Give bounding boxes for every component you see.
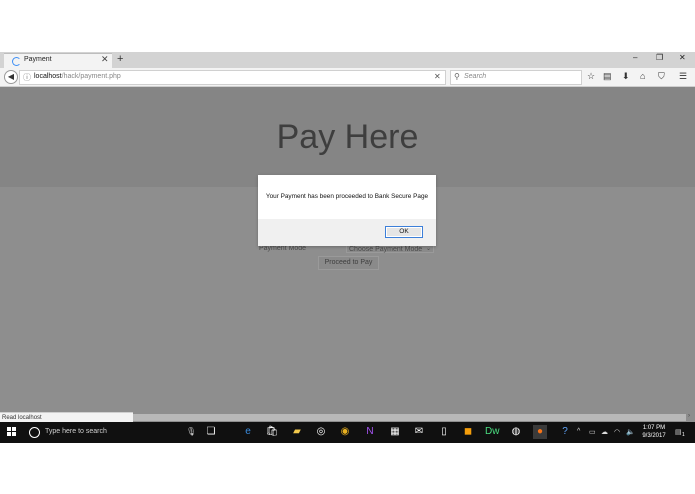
proceed-to-pay-button[interactable]: Proceed to Pay xyxy=(318,256,379,270)
app-icon[interactable]: ◍ xyxy=(509,425,523,439)
onenote-icon[interactable]: N xyxy=(363,425,377,439)
page-title: Pay Here xyxy=(276,118,419,156)
chevron-up-icon[interactable]: ^ xyxy=(577,428,580,435)
search-placeholder: Search xyxy=(464,73,487,80)
clock-date: 9/3/2017 xyxy=(642,433,666,439)
status-text: Read localhost xyxy=(0,412,133,422)
home-icon[interactable]: ⌂ xyxy=(640,71,645,81)
app-icon[interactable]: ◎ xyxy=(314,425,328,439)
url-bar[interactable]: ⓘ localhost/hack/payment.php ✕ xyxy=(19,70,446,85)
windows-logo-pane xyxy=(12,427,16,431)
windows-logo-icon xyxy=(7,427,11,431)
minimize-button[interactable]: – xyxy=(633,53,637,62)
url-text: localhost/hack/payment.php xyxy=(34,73,121,80)
url-clear-icon[interactable]: ✕ xyxy=(434,72,441,81)
document-icon[interactable]: ▯ xyxy=(437,425,451,439)
chevron-down-icon: ⌄ xyxy=(425,246,431,252)
restore-button[interactable]: ❐ xyxy=(656,53,663,62)
tab-title: Payment xyxy=(24,56,52,63)
download-icon[interactable]: ⬇ xyxy=(622,71,630,82)
dialog-message: Your Payment has been proceeded to Bank … xyxy=(265,193,429,200)
search-icon: ⚲ xyxy=(454,72,460,81)
wifi-icon[interactable]: ◠ xyxy=(614,428,620,436)
loading-spinner-icon xyxy=(12,57,21,66)
microphone-icon[interactable]: 🎙 xyxy=(186,427,196,436)
pocket-icon[interactable]: ⛉ xyxy=(658,71,665,82)
battery-icon[interactable]: ▭ xyxy=(589,428,596,436)
payment-mode-select-value: Choose Payment Mode xyxy=(349,246,423,253)
calculator-icon[interactable]: ▦ xyxy=(388,425,402,439)
horizontal-scrollbar[interactable] xyxy=(133,414,686,421)
scroll-right-icon[interactable]: › xyxy=(688,413,690,419)
dreamweaver-icon[interactable]: Dw xyxy=(485,425,499,439)
new-tab-button[interactable]: + xyxy=(117,53,123,65)
url-host: localhost xyxy=(34,73,62,80)
back-button[interactable]: ◀ xyxy=(4,70,18,84)
ok-button[interactable]: OK xyxy=(385,226,423,238)
tab-payment[interactable]: Payment ✕ xyxy=(4,53,112,69)
clipboard-icon[interactable]: ▤ xyxy=(603,71,612,82)
url-path: /hack/payment.php xyxy=(61,73,121,80)
help-icon[interactable]: ? xyxy=(558,425,572,439)
payment-mode-label: Payment Mode xyxy=(259,245,307,252)
windows-logo-pane xyxy=(12,432,16,436)
payment-form: Payment Mode Choose Payment Mode ⌄ Proce… xyxy=(258,243,435,270)
close-window-button[interactable]: ✕ xyxy=(679,53,686,62)
store-icon[interactable]: 🛍 xyxy=(265,425,279,439)
file-explorer-icon[interactable]: ▰ xyxy=(290,425,304,439)
volume-icon[interactable]: 🔈 xyxy=(626,428,635,436)
clock[interactable]: 1:07 PM 9/3/2017 xyxy=(640,424,668,440)
alert-dialog: Your Payment has been proceeded to Bank … xyxy=(258,175,436,246)
onedrive-icon[interactable]: ☁ xyxy=(601,428,608,436)
notification-count: 1 xyxy=(682,432,685,438)
menu-icon[interactable]: ☰ xyxy=(679,71,687,82)
notification-icon[interactable]: ▤ xyxy=(675,428,682,436)
back-arrow-icon: ◀ xyxy=(7,72,15,81)
chrome-icon[interactable]: ◉ xyxy=(338,425,352,439)
cortana-icon[interactable] xyxy=(29,427,40,438)
star-icon[interactable]: ☆ xyxy=(587,71,595,82)
edge-icon[interactable]: e xyxy=(241,425,255,439)
tab-close-icon[interactable]: ✕ xyxy=(101,54,109,65)
taskbar-search-input[interactable]: Type here to search xyxy=(45,428,107,435)
browser-search-input[interactable]: ⚲ Search xyxy=(450,70,582,85)
task-view-icon[interactable]: ❏ xyxy=(204,425,218,439)
mail-icon[interactable]: ✉ xyxy=(412,425,426,439)
windows-logo-pane xyxy=(7,432,11,436)
xampp-icon[interactable]: ◼ xyxy=(461,425,475,439)
start-button[interactable] xyxy=(7,427,17,437)
info-icon[interactable]: ⓘ xyxy=(23,72,31,83)
clock-time: 1:07 PM xyxy=(642,425,666,431)
firefox-icon[interactable]: ● xyxy=(533,425,547,439)
